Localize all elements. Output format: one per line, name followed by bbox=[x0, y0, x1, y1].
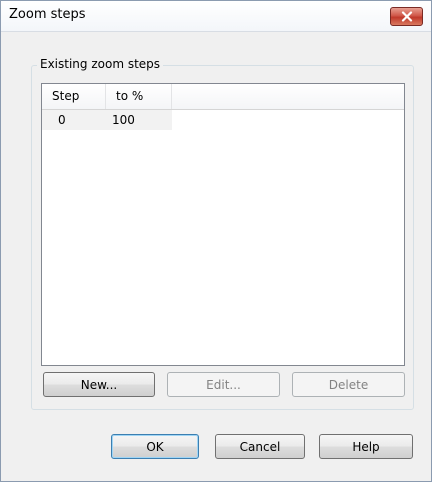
column-header-step[interactable]: Step bbox=[42, 84, 106, 109]
delete-button[interactable]: Delete bbox=[292, 372, 405, 397]
list-item[interactable]: 0 100 bbox=[42, 110, 172, 130]
step-cell: 0 bbox=[58, 113, 66, 127]
dialog-body: Existing zoom steps Step to % 0 100 New.… bbox=[1, 32, 431, 481]
title-bar[interactable]: Zoom steps bbox=[1, 1, 431, 32]
list-header: Step to % bbox=[42, 84, 404, 110]
group-legend: Existing zoom steps bbox=[37, 57, 164, 71]
dialog-window: Zoom steps Existing zoom steps Step to %… bbox=[0, 0, 432, 482]
ok-button[interactable]: OK bbox=[111, 434, 199, 459]
new-button[interactable]: New... bbox=[43, 372, 155, 397]
help-button[interactable]: Help bbox=[319, 434, 413, 459]
zoom-steps-list[interactable]: Step to % 0 100 bbox=[41, 83, 405, 366]
column-header-label: Step bbox=[52, 89, 80, 103]
percent-cell: 100 bbox=[112, 113, 135, 127]
column-header-label: to % bbox=[116, 89, 144, 103]
cancel-button[interactable]: Cancel bbox=[215, 434, 305, 459]
close-icon bbox=[401, 11, 412, 22]
close-button[interactable] bbox=[390, 7, 423, 26]
window-title: Zoom steps bbox=[9, 7, 86, 22]
column-header-to-percent[interactable]: to % bbox=[106, 84, 172, 109]
edit-button[interactable]: Edit... bbox=[167, 372, 280, 397]
